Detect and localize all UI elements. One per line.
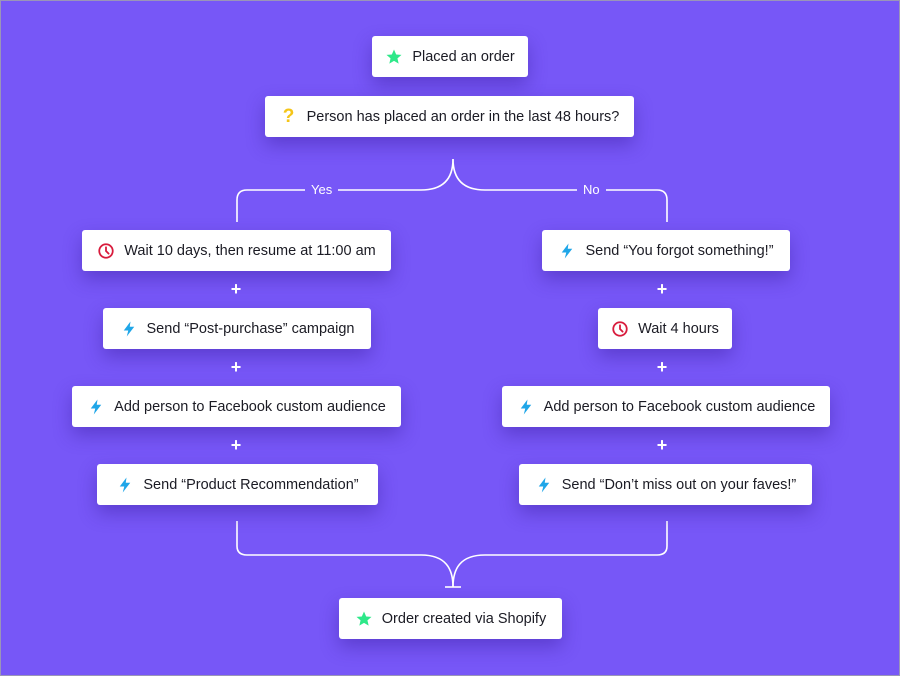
yes-step-1-label: Wait 10 days, then resume at 11:00 am [124,242,376,259]
condition-label: Person has placed an order in the last 4… [306,108,620,125]
no-step-2[interactable]: Wait 4 hours [598,308,732,349]
merge-connector-no [452,521,668,588]
clock-icon [97,242,115,260]
add-step-plus[interactable]: + [229,436,243,454]
no-step-1[interactable]: Send “You forgot something!” [542,230,790,271]
no-step-2-label: Wait 4 hours [638,320,719,337]
yes-step-4[interactable]: Send “Product Recommendation” [97,464,378,505]
lightning-icon [120,320,138,338]
branch-label-no: No [577,183,606,197]
yes-step-2-label: Send “Post-purchase” campaign [146,320,355,337]
no-step-4-label: Send “Don’t miss out on your faves!” [561,476,797,493]
branch-label-yes: Yes [305,183,339,197]
add-step-plus[interactable]: + [229,280,243,298]
clock-icon [611,320,629,338]
no-step-3-label: Add person to Facebook custom audience [543,398,816,415]
add-step-plus[interactable]: + [655,358,669,376]
split-connector-yes [236,158,454,222]
no-step-1-label: Send “You forgot something!” [585,242,774,259]
no-step-4[interactable]: Send “Don’t miss out on your faves!” [519,464,812,505]
add-step-plus[interactable]: + [229,358,243,376]
lightning-icon [535,476,553,494]
yes-step-2[interactable]: Send “Post-purchase” campaign [103,308,371,349]
split-connector-no [452,158,668,222]
condition-node[interactable]: ? Person has placed an order in the last… [265,96,634,137]
merge-connector-yes [236,521,454,588]
star-icon [385,48,403,66]
add-step-plus[interactable]: + [655,280,669,298]
add-step-plus[interactable]: + [655,436,669,454]
no-step-3[interactable]: Add person to Facebook custom audience [502,386,830,427]
end-node[interactable]: Order created via Shopify [339,598,562,639]
question-icon: ? [282,105,295,127]
end-label: Order created via Shopify [381,610,547,627]
lightning-icon [87,398,105,416]
lightning-icon [558,242,576,260]
lightning-icon [116,476,134,494]
flow-canvas: Placed an order ? Person has placed an o… [0,0,900,676]
yes-step-3[interactable]: Add person to Facebook custom audience [72,386,401,427]
star-icon [355,610,373,628]
yes-step-1[interactable]: Wait 10 days, then resume at 11:00 am [82,230,391,271]
lightning-icon [517,398,535,416]
trigger-label: Placed an order [412,48,515,65]
yes-step-3-label: Add person to Facebook custom audience [114,398,386,415]
yes-step-4-label: Send “Product Recommendation” [143,476,359,493]
trigger-node[interactable]: Placed an order [372,36,528,77]
